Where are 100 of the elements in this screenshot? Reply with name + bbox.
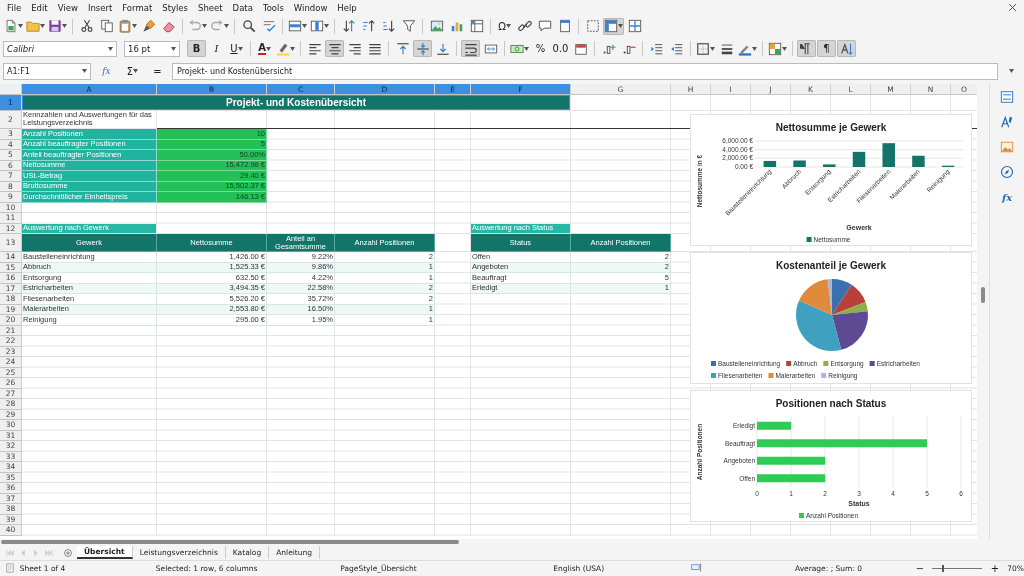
sheet-title[interactable]: Projekt- und Kostenübersicht <box>22 95 571 111</box>
paragraph-left-button[interactable] <box>797 40 816 57</box>
special-character-button[interactable]: Ω <box>495 17 514 35</box>
text-direction-icon <box>839 41 854 56</box>
caret-icon <box>224 24 229 28</box>
clipboard-button[interactable] <box>117 17 138 35</box>
font-name-field[interactable]: Calibri <box>3 40 117 57</box>
menu-item[interactable]: Insert <box>82 2 118 13</box>
plus-circle-icon <box>62 547 73 558</box>
freeze-panes-button[interactable] <box>603 17 624 35</box>
name-box-field[interactable]: A1:F1 <box>3 62 91 80</box>
menu-item[interactable]: Sheet <box>193 2 228 13</box>
caret-icon <box>505 24 511 28</box>
selection-mode-icon <box>691 561 703 573</box>
toolbar-button[interactable]: % <box>531 40 550 57</box>
brush-letter-icon <box>1000 115 1014 129</box>
bold-button[interactable]: B <box>187 40 206 57</box>
calendar-icon <box>573 41 588 56</box>
menu-item[interactable]: File <box>2 2 27 13</box>
chart-title: Nettosumme je Gewerk <box>775 122 887 133</box>
filter-button[interactable] <box>399 17 418 35</box>
borders-button[interactable] <box>695 40 716 57</box>
toolbar-button[interactable]: ¶ <box>817 40 836 57</box>
menu-item[interactable]: Tools <box>257 2 289 13</box>
bar <box>912 155 925 167</box>
compass-icon <box>1000 165 1014 179</box>
formula-button[interactable]: = <box>147 62 168 80</box>
skip-back-icon <box>4 547 15 558</box>
image-icon <box>429 19 444 33</box>
borders-icon <box>696 41 710 56</box>
folder-icon <box>26 19 40 33</box>
caret-icon <box>40 24 45 28</box>
wrap-text-button[interactable] <box>461 40 480 57</box>
freeze-panes-icon <box>604 19 618 33</box>
legend-swatch <box>806 237 812 242</box>
menu-item[interactable]: Styles <box>157 2 193 13</box>
functions-button[interactable]: fx <box>999 189 1015 205</box>
scrollbar-thumb[interactable] <box>1 540 459 544</box>
decrease-indent-icon <box>669 41 684 56</box>
bar <box>823 164 836 167</box>
zoom-in-button[interactable]: + <box>985 559 1005 576</box>
undo-icon <box>188 19 202 33</box>
scissors-icon <box>79 19 94 33</box>
floppy-disk-button[interactable] <box>47 17 68 35</box>
redo-icon <box>210 19 224 33</box>
slider-thumb[interactable] <box>942 564 945 572</box>
menu-item[interactable]: Window <box>288 2 333 13</box>
conditional-format-icon <box>768 41 782 56</box>
align-middle-icon <box>415 41 430 56</box>
bar <box>763 160 777 167</box>
merge-cells-icon <box>483 41 498 56</box>
font-size-field[interactable]: 16 pt <box>124 40 180 57</box>
document-button[interactable] <box>3 17 24 35</box>
bar <box>757 474 825 483</box>
sort-icon <box>341 19 356 33</box>
formula-input-field[interactable]: Projekt- und Kostenübersicht <box>172 62 998 80</box>
copy-icon <box>99 19 114 33</box>
wrap-text-icon <box>463 41 478 56</box>
align-top-icon <box>395 41 410 56</box>
chart-title: Kostenanteil je Gewerk <box>776 260 886 271</box>
underline-button[interactable]: U <box>227 40 246 57</box>
text-direction-button[interactable] <box>837 40 856 57</box>
highlighter-icon <box>276 41 290 56</box>
legend-swatch <box>823 361 829 366</box>
align-middle-button[interactable] <box>413 40 432 57</box>
menu-item[interactable]: Format <box>117 2 158 13</box>
scrollbar-thumb[interactable] <box>981 287 986 303</box>
legend-swatch <box>821 373 827 378</box>
function-wizard-button[interactable]: fx <box>95 62 118 80</box>
caret-icon <box>302 24 307 28</box>
gallery-button[interactable] <box>999 139 1015 155</box>
sum-button[interactable]: Σ <box>122 62 143 80</box>
conditional-format-button[interactable] <box>767 40 788 57</box>
align-center-button[interactable] <box>325 40 344 57</box>
italic-button[interactable]: I <box>207 40 226 57</box>
caret-icon <box>133 69 139 73</box>
bar <box>882 143 895 167</box>
legend-swatch <box>711 361 716 366</box>
font-color-button[interactable]: A <box>255 40 274 57</box>
bar <box>757 456 825 465</box>
legend-swatch <box>786 361 792 366</box>
menu-item[interactable]: Data <box>227 2 258 13</box>
compass-button[interactable] <box>999 164 1015 180</box>
menu-item[interactable]: Edit <box>26 2 53 13</box>
legend-swatch <box>869 361 875 366</box>
menu-item[interactable]: View <box>52 2 83 13</box>
toolbar-button[interactable]: 0.0 <box>551 40 570 57</box>
sort-descending-icon <box>381 19 396 33</box>
align-right-icon <box>347 41 362 56</box>
close-icon <box>1007 2 1018 13</box>
document-icon <box>4 563 15 573</box>
print-range-icon <box>585 19 600 33</box>
brush-letter-button[interactable] <box>999 114 1015 130</box>
clipboard-icon <box>118 19 132 33</box>
sliders-button[interactable] <box>999 89 1015 105</box>
zoom-out-button[interactable]: − <box>910 559 930 576</box>
menu-item[interactable]: Help <box>332 2 362 13</box>
increase-indent-icon <box>649 41 664 56</box>
paintbrush-icon <box>141 19 156 33</box>
bar <box>852 151 866 167</box>
